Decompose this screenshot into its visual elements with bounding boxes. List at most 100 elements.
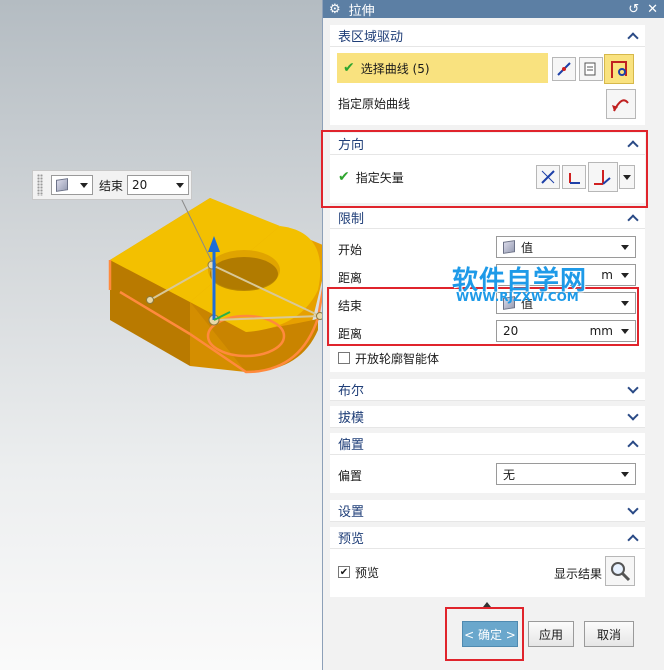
ok-button[interactable]: < 确定 > <box>462 621 518 647</box>
expand-chevron-icon <box>627 502 639 515</box>
origin-curve-label: 指定原始曲线 <box>338 96 411 111</box>
expand-chevron-icon <box>627 408 639 421</box>
watermark-url: WWW.RJZXW.COM <box>456 290 579 304</box>
distance1-unit: m <box>601 268 613 282</box>
panel-resize-icon[interactable] <box>483 602 491 607</box>
close-icon[interactable]: ✕ <box>647 2 658 17</box>
end-label: 结束 <box>338 298 363 313</box>
drag-handle[interactable] <box>37 174 43 196</box>
settings-panel: 设置 <box>330 500 645 522</box>
dropdown-arrow-icon <box>621 272 629 278</box>
start-dropdown[interactable]: 值 <box>496 236 636 258</box>
sketch-icon <box>584 62 596 76</box>
distance2-unit: mm <box>589 324 613 338</box>
section-driving-header[interactable]: 表区域驱动 <box>330 25 645 47</box>
open-profile-label: 开放轮廓智能体 <box>355 351 440 366</box>
curve-rule-icon <box>557 62 571 76</box>
apply-button[interactable]: 应用 <box>528 621 574 647</box>
value-cube-icon <box>56 178 68 192</box>
boolean-panel: 布尔 <box>330 379 645 401</box>
collapse-chevron-icon <box>627 31 639 44</box>
vector-type-button[interactable] <box>588 162 618 192</box>
solid-model <box>108 195 322 374</box>
select-curve-row[interactable]: ✔ 选择曲线 (5) <box>337 53 548 83</box>
start-label: 开始 <box>338 242 363 257</box>
start-value: 值 <box>521 240 534 255</box>
magnifier-icon <box>611 562 631 582</box>
end-value-input[interactable]: 20 <box>127 175 190 195</box>
draft-title: 拔模 <box>338 411 365 426</box>
limits-title: 限制 <box>338 212 365 227</box>
settings-header[interactable]: 设置 <box>330 500 645 522</box>
dropdown-arrow-icon <box>80 182 88 188</box>
offset-label: 偏置 <box>338 468 363 483</box>
sketch-section-button[interactable] <box>579 57 603 81</box>
gear-icon[interactable]: ⚙ <box>329 2 341 17</box>
offset-value: 无 <box>503 467 516 482</box>
direction-header[interactable]: 方向 <box>330 133 645 155</box>
draft-panel: 拔模 <box>330 406 645 428</box>
curve-rule-button[interactable] <box>552 57 576 81</box>
section-driving-title: 表区域驱动 <box>338 30 404 45</box>
on-screen-input-box[interactable]: 结束 20 <box>32 170 192 200</box>
vector-dialog-button[interactable] <box>562 165 586 189</box>
limit-type-dropdown[interactable] <box>51 175 93 195</box>
origin-curve-button[interactable] <box>606 89 636 119</box>
preview-header[interactable]: 预览 <box>330 527 645 549</box>
boolean-header[interactable]: 布尔 <box>330 379 645 401</box>
dropdown-arrow-icon <box>621 328 629 334</box>
show-result-label: 显示结果 <box>554 567 603 581</box>
vector-icon <box>569 173 580 184</box>
dropdown-arrow-icon <box>176 182 185 188</box>
cancel-button[interactable]: 取消 <box>584 621 634 647</box>
origin-curve-row: 指定原始曲线 <box>338 93 637 113</box>
preview-title: 预览 <box>338 532 365 547</box>
expand-chevron-icon <box>627 381 639 394</box>
collapse-chevron-icon <box>627 533 639 546</box>
collapse-chevron-icon <box>627 139 639 152</box>
distance2-input[interactable]: 20 mm <box>496 320 636 342</box>
offset-title: 偏置 <box>338 438 365 453</box>
dropdown-arrow-icon <box>623 174 631 180</box>
collapse-chevron-icon <box>627 213 639 226</box>
end-label: 结束 <box>99 178 124 193</box>
draft-header[interactable]: 拔模 <box>330 406 645 428</box>
dropdown-arrow-icon <box>621 300 629 306</box>
distance2-value: 20 <box>503 324 519 338</box>
select-curve-label: 选择曲线 (5) <box>360 61 430 76</box>
show-result-button[interactable] <box>605 556 635 586</box>
open-profile-checkbox[interactable] <box>338 352 350 364</box>
curve-select-icon <box>611 61 627 78</box>
offset-panel: 偏置 偏置 无 <box>330 433 645 493</box>
collapse-chevron-icon <box>627 439 639 452</box>
curve-arrow-icon <box>612 99 629 112</box>
section-driving-panel: 表区域驱动 ✔ 选择曲线 (5) 指定原始曲线 <box>330 25 645 125</box>
checkmark-icon: ✔ <box>343 60 355 76</box>
distance2-label: 距离 <box>338 326 363 341</box>
value-cube-icon <box>503 240 515 254</box>
distance1-label: 距离 <box>338 270 363 285</box>
direction-panel: 方向 ✔ 指定矢量 <box>330 133 645 203</box>
axis-triad-icon <box>594 170 611 185</box>
reset-icon[interactable]: ↺ <box>628 2 639 17</box>
open-profile-row[interactable]: 开放轮廓智能体 <box>338 349 637 367</box>
offset-dropdown[interactable]: 无 <box>496 463 636 485</box>
limits-header[interactable]: 限制 <box>330 207 645 229</box>
curve-select-button[interactable] <box>604 54 634 84</box>
preview-label: 预览 <box>355 565 380 580</box>
graphics-viewport[interactable]: 结束 20 <box>0 0 322 670</box>
preview-checkbox[interactable]: ✔ <box>338 566 350 578</box>
offset-header[interactable]: 偏置 <box>330 433 645 455</box>
boolean-title: 布尔 <box>338 384 365 399</box>
direction-title: 方向 <box>338 138 365 153</box>
specify-vector-label: 指定矢量 <box>355 170 404 185</box>
dialog-title: 拉伸 <box>348 3 375 19</box>
preview-panel: 预览 ✔ 预览 显示结果 <box>330 527 645 597</box>
checkmark-icon: ✔ <box>338 169 350 185</box>
end-value-text: 20 <box>132 178 148 192</box>
vector-dropdown-button[interactable] <box>619 165 635 189</box>
dropdown-arrow-icon <box>621 244 629 250</box>
reverse-direction-button[interactable] <box>536 165 560 189</box>
settings-title: 设置 <box>338 505 365 520</box>
reverse-icon <box>541 170 555 184</box>
